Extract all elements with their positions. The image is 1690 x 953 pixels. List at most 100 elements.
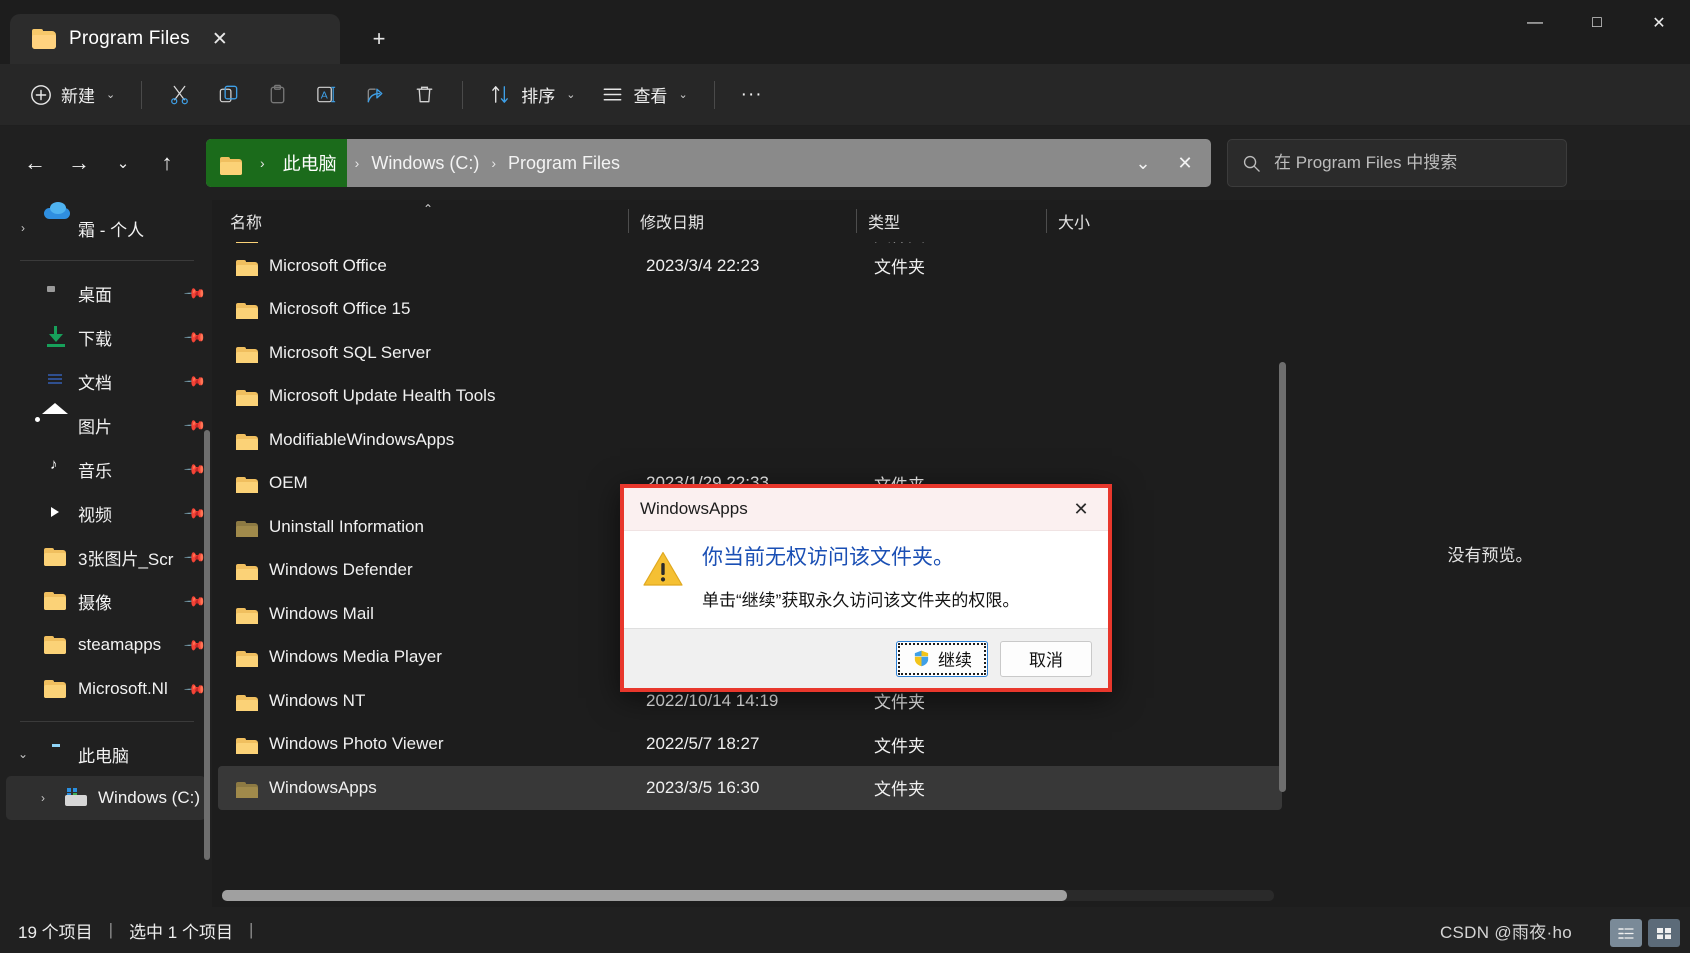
sort-button[interactable]: 排序 ⌄ [477, 74, 587, 116]
chevron-down-icon[interactable]: ⌄ [1123, 143, 1163, 183]
music-icon [44, 457, 68, 481]
cell-date: 2022/10/14 14:34 [634, 242, 862, 243]
cancel-button[interactable]: 取消 [1000, 640, 1092, 677]
sidebar-item-label: 图片 [78, 417, 112, 437]
cell-name: Windows Mail [224, 604, 634, 624]
sidebar-item-microsoft-net[interactable]: Microsoft.Nl 📌 [6, 667, 207, 711]
view-button[interactable]: 查看 ⌄ [589, 74, 699, 116]
rename-button[interactable]: A [303, 74, 350, 116]
cell-name: Microsoft Update Health Tools [224, 386, 634, 407]
sidebar-item-screenshots[interactable]: 3张图片_Scre 📌 [6, 535, 207, 579]
tab-program-files[interactable]: Program Files ✕ [10, 14, 340, 64]
sidebar-item-documents[interactable]: 文档 📌 [6, 359, 209, 403]
sidebar-item-steamapps[interactable]: steamapps 📌 [6, 623, 207, 667]
folder-icon [236, 346, 258, 363]
search-input[interactable] [1274, 153, 1552, 173]
chevron-right-icon[interactable]: › [12, 221, 34, 235]
search-box[interactable] [1227, 139, 1567, 187]
minimize-icon[interactable]: — [1504, 0, 1566, 46]
ellipsis-icon: ··· [740, 83, 763, 105]
table-row[interactable]: Microsoft Update Health Tools [218, 375, 1282, 419]
breadcrumb-item-1[interactable]: Windows (C:) [367, 139, 483, 187]
continue-button[interactable]: 继续 [896, 640, 988, 677]
share-button[interactable] [352, 74, 399, 116]
new-tab-icon[interactable]: + [362, 22, 396, 56]
folder-icon [236, 242, 258, 243]
clipboard-icon [266, 83, 289, 106]
sidebar-scrollbar[interactable] [204, 430, 210, 860]
sidebar-item-pictures[interactable]: 图片 📌 [6, 403, 207, 447]
sidebar-item-camera[interactable]: 摄像 📌 [6, 579, 207, 623]
pin-icon[interactable]: 📌 [181, 367, 209, 395]
recent-locations-button[interactable]: ⌄ [102, 142, 144, 184]
address-bar[interactable]: › 此电脑 › Windows (C:) › Program Files ⌄ ✕ [206, 139, 1211, 187]
details-view-icon[interactable] [1610, 919, 1642, 947]
table-row[interactable]: Microsoft SQL Server [218, 331, 1282, 375]
column-headers: 名称 ⌃ 修改日期 类型 大小 [212, 200, 1290, 242]
table-row[interactable]: WindowsApps 2023/3/5 16:30 文件夹 [218, 766, 1282, 810]
file-explorer-window: Program Files ✕ + — □ ✕ 新建 ⌄ A 排序 ⌄ 查看 ⌄… [0, 0, 1690, 953]
paste-button[interactable] [254, 74, 301, 116]
sidebar-item-this-pc[interactable]: ⌄ 此电脑 [6, 732, 206, 776]
folder-icon [32, 29, 56, 49]
file-list-vertical-scrollbar[interactable] [1279, 362, 1286, 792]
folder-icon [236, 433, 258, 450]
sidebar-item-windows-c[interactable]: › Windows (C:) [6, 776, 206, 820]
column-label: 修改日期 [640, 215, 705, 232]
sidebar-item-desktop[interactable]: 桌面 📌 [6, 271, 209, 315]
maximize-icon[interactable]: □ [1566, 0, 1628, 46]
file-list-horizontal-scrollbar[interactable] [222, 890, 1274, 901]
tab-close-icon[interactable]: ✕ [203, 22, 237, 56]
close-icon[interactable]: ✕ [1062, 492, 1100, 526]
up-button[interactable]: ↑ [146, 142, 188, 184]
sidebar-item-downloads[interactable]: 下载 📌 [6, 315, 209, 359]
sort-ascending-icon: ⌃ [423, 202, 434, 216]
dialog-title: WindowsApps [640, 499, 748, 518]
cell-name: Microsoft Office [224, 256, 634, 276]
copy-button[interactable] [205, 74, 252, 116]
chevron-down-icon: ⌄ [106, 89, 116, 101]
sidebar-item-music[interactable]: 音乐 📌 [6, 447, 207, 491]
table-row[interactable]: ModifiableWindowsApps [218, 418, 1282, 462]
sidebar-item-label: 此电脑 [78, 746, 129, 766]
scrollbar-thumb[interactable] [222, 890, 1067, 901]
breadcrumb-item-2[interactable]: Program Files [504, 139, 624, 187]
breadcrumb-item-0[interactable]: 此电脑 [283, 150, 337, 176]
plus-circle-icon [30, 84, 52, 106]
close-icon[interactable]: ✕ [1628, 0, 1690, 46]
cell-date: 2022/10/14 14:19 [646, 690, 779, 710]
chevron-right-icon[interactable]: › [32, 791, 54, 805]
large-icons-view-icon[interactable] [1648, 919, 1680, 947]
sidebar-item-videos[interactable]: 视频 📌 [6, 491, 207, 535]
divider [20, 721, 194, 722]
sidebar-item-label: steamapps [78, 635, 162, 654]
pin-icon[interactable]: 📌 [181, 279, 209, 307]
folder-icon [236, 520, 258, 537]
table-row[interactable]: Windows Photo Viewer 2022/5/7 18:27 文件夹 [218, 723, 1282, 767]
pin-icon[interactable]: 📌 [181, 323, 209, 351]
cell-name: Windows Defender [224, 560, 634, 581]
delete-button[interactable] [401, 74, 448, 116]
table-row[interactable]: Microsoft Office 15 [218, 288, 1282, 332]
column-header-size[interactable]: 大小 [1046, 200, 1186, 242]
column-header-date[interactable]: 修改日期 [628, 200, 856, 242]
dialog-body: 你当前无权访问该文件夹。 单击“继续”获取永久访问该文件夹的权限。 [624, 531, 1108, 628]
more-options-button[interactable]: ··· [729, 74, 775, 116]
table-row[interactable]: Microsoft Office 2023/3/4 22:23 文件夹 [218, 244, 1282, 288]
divider [20, 260, 194, 261]
back-button[interactable]: ← [14, 142, 56, 184]
chevron-down-icon[interactable]: ⌄ [12, 747, 34, 761]
close-icon[interactable]: ✕ [1165, 143, 1205, 183]
lines-icon [601, 83, 624, 106]
new-button[interactable]: 新建 ⌄ [18, 74, 127, 116]
column-header-name[interactable]: 名称 ⌃ [218, 200, 628, 242]
cut-button[interactable] [156, 74, 203, 116]
cell-name: Windows Media Player [224, 647, 634, 668]
column-header-type[interactable]: 类型 [856, 200, 1046, 242]
breadcrumb-root[interactable]: › 此电脑 [206, 139, 347, 187]
address-bar-actions: ⌄ ✕ [1123, 143, 1211, 183]
divider [713, 80, 715, 109]
dialog-title-bar: WindowsApps ✕ [624, 488, 1108, 531]
forward-button[interactable]: → [58, 142, 100, 184]
sidebar-item-onedrive[interactable]: › 霜 - 个人 [6, 202, 206, 250]
